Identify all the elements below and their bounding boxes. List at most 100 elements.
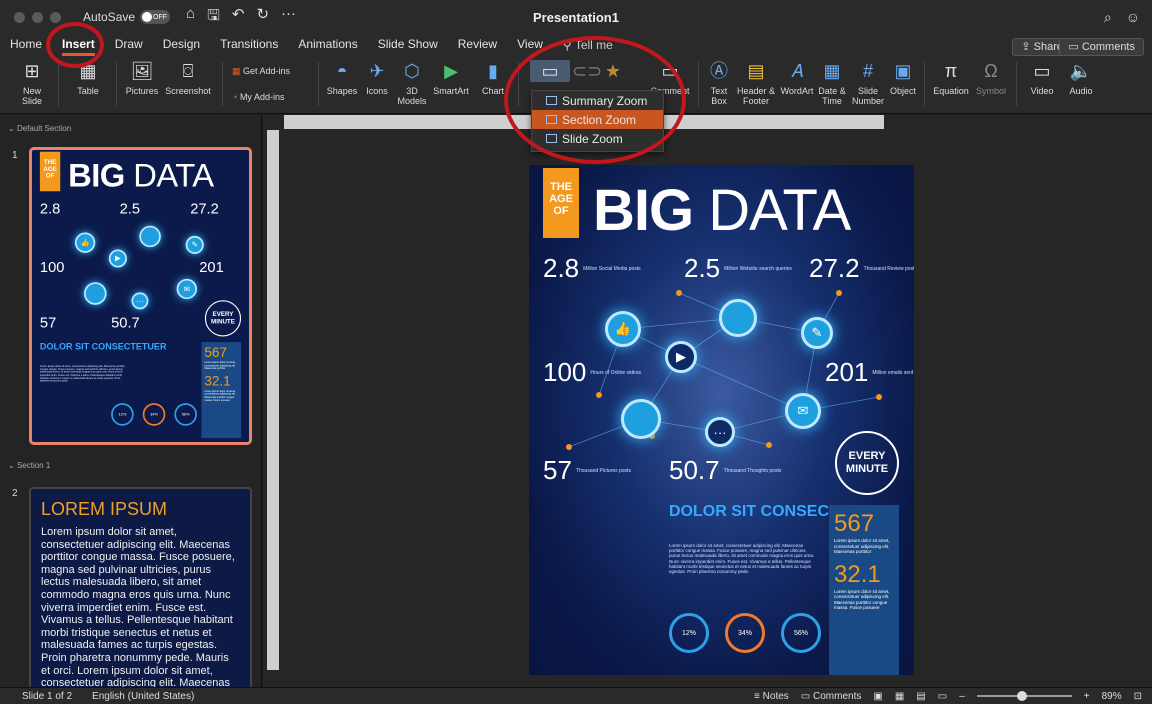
smartart-icon: ▶	[444, 61, 458, 81]
stat-5: 201	[199, 258, 224, 276]
title-bold: BIG	[68, 157, 125, 195]
comments-button[interactable]: ▭ Comments	[1059, 38, 1144, 56]
window-controls[interactable]	[14, 11, 61, 23]
undo-icon[interactable]: ↶	[232, 5, 245, 30]
text-box-button[interactable]: Ⓐ Text Box	[704, 60, 734, 106]
zoom-in-button[interactable]: +	[1084, 691, 1090, 702]
ribbon-separator	[116, 62, 117, 106]
stat-value: 2.5	[119, 199, 141, 217]
tab-transitions[interactable]: Transitions	[210, 34, 288, 56]
table-label: Table	[77, 86, 99, 96]
search-icon[interactable]: ⌕	[1104, 9, 1112, 26]
main-slide[interactable]: THE AGE OF BIG DATA 2.8 Million Social Me…	[529, 165, 914, 675]
shapes-button[interactable]: ◓ Shapes	[324, 60, 360, 96]
chevron-down-icon: ⌄	[8, 461, 17, 470]
my-addins-button[interactable]: ◔ My Add-ins	[232, 92, 284, 102]
video-button[interactable]: ▭ Video	[1026, 60, 1058, 96]
notes-button[interactable]: ≡ Notes	[754, 691, 789, 702]
section-header-default[interactable]: ⌄ Default Section	[8, 124, 71, 133]
lorem-title: LOREM IPSUM	[41, 499, 168, 519]
stat-4: 100	[40, 258, 65, 276]
icons-button[interactable]: ✈ Icons	[362, 60, 392, 96]
video-label: Video	[1030, 86, 1054, 96]
tab-home[interactable]: Home	[0, 34, 52, 56]
every-minute-badge: EVERY MINUTE	[204, 300, 242, 337]
ribbon-separator	[318, 62, 319, 106]
highlight-circle-zoom-menu	[504, 36, 686, 164]
save-icon[interactable]: 🖫	[207, 5, 220, 30]
stat-value: 27.2	[190, 199, 219, 217]
new-slide-button[interactable]: ⊞ New Slide	[14, 60, 50, 106]
screenshot-button[interactable]: ⌼ Screenshot	[163, 60, 213, 96]
zoom-window-button[interactable]	[50, 11, 61, 23]
feedback-icon[interactable]: ☺	[1126, 9, 1140, 26]
ribbon-separator	[58, 62, 59, 106]
autosave-toggle[interactable]: AutoSave OFF	[83, 10, 171, 24]
stat-6: 57	[40, 314, 56, 332]
numbers-box: 567 Lorem ipsum dolor sit amet, consecte…	[829, 505, 899, 675]
zoom-slider[interactable]	[976, 691, 1072, 701]
slide-thumbnail-1[interactable]: THE AGE OF BIG DATA 2.8 2.5 27.2 100 201…	[29, 147, 252, 445]
header-footer-icon: ▤	[747, 61, 765, 81]
get-addins-label: Get Add-ins	[243, 66, 291, 76]
slide-sorter-icon[interactable]: ▦	[895, 691, 904, 702]
minimize-window-button[interactable]	[32, 11, 43, 23]
vertical-ruler	[267, 130, 279, 670]
numbers-box: 567 Lorem ipsum dolor sit amet, consecte…	[201, 342, 242, 439]
home-icon[interactable]: ⌂	[186, 5, 195, 30]
smartart-button[interactable]: ▶ SmartArt	[432, 60, 470, 96]
header-footer-label: Header & Footer	[736, 86, 776, 106]
network-dot	[766, 442, 772, 448]
zoom-level[interactable]: 89%	[1102, 691, 1122, 702]
main-infographic: THE AGE OF BIG DATA 2.8 Million Social Me…	[529, 165, 914, 675]
wordart-button[interactable]: 𝐴 WordArt	[780, 60, 814, 96]
audio-label: Audio	[1069, 86, 1093, 96]
get-addins-button[interactable]: ▦ Get Add-ins	[232, 66, 290, 77]
slide-number-label: Slide Number	[851, 86, 884, 106]
pi-icon: π	[944, 61, 958, 81]
slide-number-button[interactable]: # Slide Number	[850, 60, 886, 106]
slide-thumbnails-panel[interactable]: ⌄ Default Section 1 THE AGE OF BIG DATA …	[0, 115, 262, 687]
play-icon: ▶	[665, 341, 697, 373]
slide-thumbnail-2[interactable]: LOREM IPSUM Lorem ipsum dolor sit amet, …	[29, 487, 252, 687]
chart-button[interactable]: ▮ Chart	[478, 60, 508, 96]
comment-icon: ▭	[1068, 41, 1082, 53]
3d-models-button[interactable]: ⬡ 3D Models	[396, 60, 428, 106]
header-footer-button[interactable]: ▤ Header & Footer	[736, 60, 776, 106]
fit-to-window-icon[interactable]: ⊡	[1134, 691, 1142, 702]
title-bar: AutoSave OFF ⌂ 🖫 ↶ ↻ ··· Presentation1 ⌕…	[0, 0, 1152, 34]
tab-design[interactable]: Design	[153, 34, 210, 56]
date-time-button[interactable]: ▦ Date & Time	[816, 60, 848, 106]
edit-icon: ✎	[801, 317, 833, 349]
gauge-2: 34%	[725, 613, 765, 653]
dolor-body: Lorem ipsum dolor sit amet, consectetuer…	[39, 364, 125, 383]
equation-button[interactable]: π Equation	[932, 60, 970, 96]
tab-review[interactable]: Review	[448, 34, 507, 56]
slideshow-view-icon[interactable]: ▭	[938, 691, 947, 702]
section-header-1[interactable]: ⌄ Section 1	[8, 461, 50, 470]
reading-view-icon[interactable]: ▤	[916, 691, 925, 702]
status-comments-button[interactable]: ▭ Comments	[801, 691, 862, 702]
tab-draw[interactable]: Draw	[105, 34, 153, 56]
pictures-button[interactable]: 🖼 Pictures	[122, 60, 162, 96]
audio-button[interactable]: 🔈 Audio	[1064, 60, 1098, 96]
object-button[interactable]: ▣ Object	[888, 60, 918, 96]
tab-slide-show[interactable]: Slide Show	[368, 34, 448, 56]
stat-value: 57	[39, 313, 57, 331]
close-window-button[interactable]	[14, 11, 25, 23]
autosave-switch[interactable]: OFF	[140, 10, 171, 24]
lorem-body: Lorem ipsum dolor sit amet, consectetuer…	[41, 526, 235, 687]
gauge-2: 34%	[142, 403, 166, 426]
normal-view-icon[interactable]: ▣	[873, 691, 882, 702]
symbol-button[interactable]: Ω Symbol	[974, 60, 1008, 96]
gauge-3: 56%	[174, 403, 197, 426]
zoom-out-button[interactable]: –	[959, 691, 965, 702]
more-icon[interactable]: ···	[281, 5, 296, 30]
3d-models-label: 3D Models	[397, 86, 427, 106]
redo-icon[interactable]: ↻	[256, 5, 269, 30]
language-indicator[interactable]: English (United States)	[92, 691, 194, 702]
tab-animations[interactable]: Animations	[288, 34, 367, 56]
box-text-2: Lorem ipsum dolor sit amet, consectetuer…	[204, 389, 236, 402]
stat-value: 2.8	[39, 199, 61, 217]
video-icon: ▭	[1033, 61, 1051, 81]
